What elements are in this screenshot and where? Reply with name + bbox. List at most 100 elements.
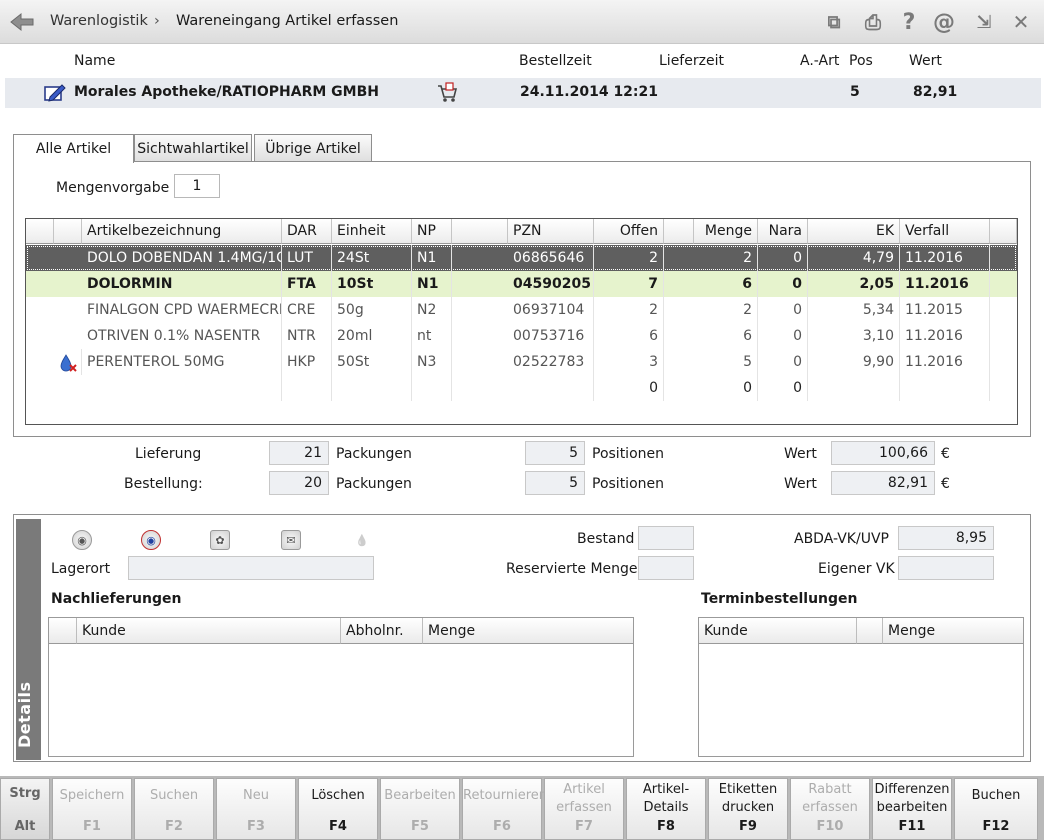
row-artikelbezeichnung: DOLORMIN bbox=[82, 271, 282, 297]
row-menge: 6 bbox=[694, 271, 758, 297]
close-icon[interactable]: ✕ bbox=[1008, 9, 1034, 35]
row-offen: 0 bbox=[594, 375, 664, 401]
header-name: Name bbox=[74, 53, 116, 69]
tab-uebrige-artikel[interactable]: Übrige Artikel bbox=[254, 134, 372, 162]
row-offen: 7 bbox=[594, 271, 664, 297]
bestand-label: Bestand bbox=[577, 531, 635, 547]
breadcrumb-separator: › bbox=[154, 13, 160, 29]
table-header-pzn[interactable]: PZN bbox=[508, 219, 594, 244]
table-row[interactable]: PERENTEROL 50MG HKP 50St N3 02522783 3 5… bbox=[26, 349, 1017, 375]
lieferung-label: Lieferung bbox=[135, 446, 202, 462]
shopping-cart-icon[interactable] bbox=[436, 82, 458, 108]
differenzen-bearbeiten-button[interactable]: Differenzen bearbeiten F11 bbox=[872, 778, 952, 840]
row-np bbox=[412, 375, 452, 401]
buchen-button[interactable]: Buchen F12 bbox=[954, 778, 1038, 840]
terminbestellungen-table: Kunde Menge bbox=[698, 617, 1024, 757]
export-icon[interactable]: ⇲ bbox=[971, 9, 997, 35]
row-verfall: 11.2016 bbox=[900, 245, 990, 271]
mengenvorgabe-input[interactable]: 1 bbox=[174, 174, 220, 198]
tab-sichtwahlartikel[interactable]: Sichtwahlartikel bbox=[134, 134, 252, 162]
row-menge: 5 bbox=[694, 349, 758, 375]
row-ek: 4,79 bbox=[808, 245, 900, 271]
back-arrow-icon[interactable] bbox=[8, 10, 36, 34]
row-menge: 2 bbox=[694, 297, 758, 323]
drop-delete-icon bbox=[54, 349, 82, 375]
etiketten-drucken-label: Etiketten drucken bbox=[709, 781, 787, 817]
globe-icon[interactable]: ◉ bbox=[141, 530, 161, 550]
bearbeiten-button[interactable]: Bearbeiten F5 bbox=[380, 778, 460, 840]
rabatt-erfassen-label: Rabatt erfassen bbox=[791, 781, 869, 817]
suchen-button[interactable]: Suchen F2 bbox=[134, 778, 214, 840]
loeschen-button[interactable]: Löschen F4 bbox=[298, 778, 378, 840]
table-header-np[interactable]: NP bbox=[412, 219, 452, 244]
table-header-einheit[interactable]: Einheit bbox=[332, 219, 412, 244]
row-ek bbox=[808, 375, 900, 401]
clock-icon[interactable]: ◉ bbox=[72, 530, 92, 550]
table-row[interactable]: DOLORMIN FTA 10St N1 04590205 7 6 0 2,05… bbox=[26, 271, 1017, 297]
order-bestellzeit: 24.11.2014 12:21 bbox=[520, 84, 659, 100]
etiketten-drucken-button[interactable]: Etiketten drucken F9 bbox=[708, 778, 788, 840]
table-header-spacer3[interactable] bbox=[990, 219, 1017, 244]
eigener-vk-field[interactable] bbox=[898, 556, 994, 580]
bestellung-packungen: 20 bbox=[269, 471, 329, 495]
drop-icon[interactable]: 💧 bbox=[352, 530, 372, 550]
table-header-icon[interactable] bbox=[54, 219, 82, 244]
term-header-menge[interactable]: Menge bbox=[883, 618, 1023, 644]
suchen-label: Suchen bbox=[149, 788, 199, 803]
etiketten-drucken-line1: Etiketten bbox=[718, 782, 778, 797]
bestellung-packungen-label: Packungen bbox=[336, 476, 412, 492]
table-row[interactable]: OTRIVEN 0.1% NASENTR NTR 20ml nt 0075371… bbox=[26, 323, 1017, 349]
nach-header-abholnr[interactable]: Abholnr. bbox=[341, 618, 423, 644]
retournieren-button[interactable]: Retournieren F6 bbox=[462, 778, 547, 840]
table-header-ek[interactable]: EK bbox=[808, 219, 900, 244]
speichern-button[interactable]: Speichern F1 bbox=[52, 778, 132, 840]
mail-icon[interactable]: @ bbox=[931, 9, 957, 35]
print-icon[interactable]: ⎙ bbox=[860, 9, 886, 35]
buchen-label: Buchen bbox=[971, 788, 1021, 803]
row-np: N1 bbox=[412, 271, 452, 297]
artikel-details-button[interactable]: Artikel- Details F8 bbox=[626, 778, 706, 840]
table-row[interactable]: FINALGON CPD WAERMECRE CRE 50g N2 069371… bbox=[26, 297, 1017, 323]
abda-label: ABDA-VK/UVP bbox=[794, 531, 889, 547]
breadcrumb-warenlogistik[interactable]: Warenlogistik bbox=[50, 13, 148, 29]
artikel-erfassen-button[interactable]: Artikel erfassen F7 bbox=[544, 778, 624, 840]
row-offen: 2 bbox=[594, 297, 664, 323]
envelope-icon[interactable]: ✉ bbox=[281, 530, 301, 550]
f1-key: F1 bbox=[83, 819, 101, 834]
row-np: N3 bbox=[412, 349, 452, 375]
edit-order-icon[interactable] bbox=[43, 82, 67, 108]
row-nara: 0 bbox=[758, 375, 808, 401]
row-dar: HKP bbox=[282, 349, 332, 375]
table-header-select[interactable] bbox=[26, 219, 54, 244]
row-offen: 6 bbox=[594, 323, 664, 349]
table-header-dar[interactable]: DAR bbox=[282, 219, 332, 244]
table-header-nara[interactable]: Nara bbox=[758, 219, 808, 244]
tab-alle-artikel[interactable]: Alle Artikel bbox=[13, 134, 134, 163]
table-header-offen[interactable]: Offen bbox=[594, 219, 664, 244]
row-einheit: 24St bbox=[332, 245, 412, 271]
row-verfall: 11.2016 bbox=[900, 323, 990, 349]
row-ek: 3,10 bbox=[808, 323, 900, 349]
lagerort-field[interactable] bbox=[128, 556, 374, 580]
neu-button[interactable]: Neu F3 bbox=[216, 778, 296, 840]
nach-header-kunde[interactable]: Kunde bbox=[77, 618, 341, 644]
term-header-kunde[interactable]: Kunde bbox=[699, 618, 857, 644]
table-row[interactable]: DOLO DOBENDAN 1.4MG/1C LUT 24St N1 06865… bbox=[26, 245, 1017, 271]
table-header-spacer1[interactable] bbox=[452, 219, 508, 244]
help-icon[interactable]: ? bbox=[896, 9, 922, 35]
row-ek: 9,90 bbox=[808, 349, 900, 375]
nach-header-menge[interactable]: Menge bbox=[423, 618, 633, 644]
table-row-totals[interactable]: 0 0 0 bbox=[26, 375, 1017, 401]
table-header-verfall[interactable]: Verfall bbox=[900, 219, 990, 244]
bestand-field bbox=[638, 526, 694, 550]
table-header-menge[interactable]: Menge bbox=[694, 219, 758, 244]
nach-header-select[interactable] bbox=[49, 618, 77, 644]
flower-icon[interactable]: ✿ bbox=[210, 530, 230, 550]
table-header-artikelbezeichnung[interactable]: Artikelbezeichnung bbox=[82, 219, 282, 244]
row-pzn: 02522783 bbox=[508, 349, 594, 375]
article-table: Artikelbezeichnung DAR Einheit NP PZN Of… bbox=[25, 218, 1018, 425]
table-header-spacer2[interactable] bbox=[664, 219, 694, 244]
copy-icon[interactable]: ⧉ bbox=[821, 9, 847, 35]
term-header-spacer[interactable] bbox=[857, 618, 883, 644]
rabatt-erfassen-button[interactable]: Rabatt erfassen F10 bbox=[790, 778, 870, 840]
